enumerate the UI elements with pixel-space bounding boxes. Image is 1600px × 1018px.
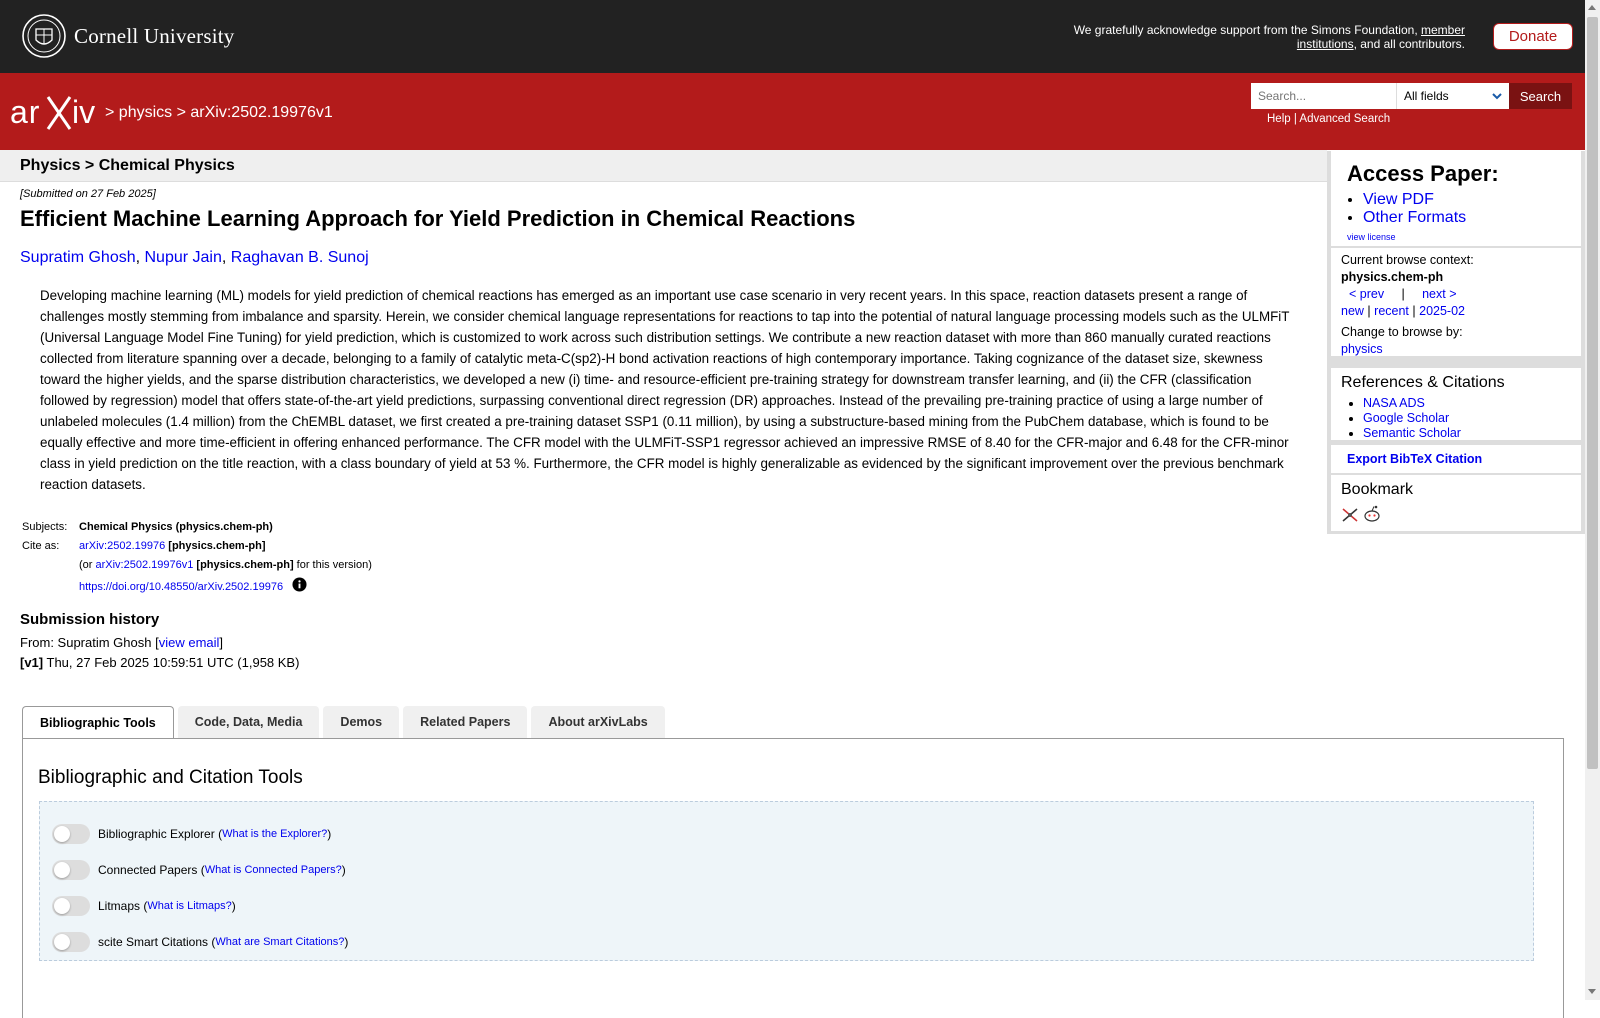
support-acknowledgement: We gratefully acknowledge support from t…: [1073, 23, 1465, 51]
donate-button[interactable]: Donate: [1493, 23, 1573, 50]
tool-info-link[interactable]: What are Smart Citations?: [215, 936, 344, 948]
cite-label: Cite as:: [22, 540, 60, 552]
labs-tabs: Bibliographic Tools Code, Data, Media De…: [22, 706, 669, 739]
references-title: References & Citations: [1341, 374, 1505, 391]
tab-code-data-media[interactable]: Code, Data, Media: [177, 706, 320, 738]
svg-text:ar: ar: [10, 94, 40, 130]
next-link[interactable]: next >: [1422, 287, 1456, 301]
tool-info-link[interactable]: What is Connected Papers?: [205, 864, 342, 876]
help-link[interactable]: Help: [1267, 113, 1291, 125]
submission-history-heading: Submission history: [20, 611, 160, 628]
access-paper-title: Access Paper:: [1347, 161, 1499, 186]
scite-toggle[interactable]: [52, 932, 90, 952]
scroll-down-icon[interactable]: [1588, 989, 1596, 994]
scroll-thumb[interactable]: [1587, 17, 1598, 769]
google-scholar-link[interactable]: Google Scholar: [1363, 411, 1449, 425]
search-input[interactable]: [1251, 83, 1396, 109]
search-help-links: Help | Advanced Search: [1267, 113, 1391, 125]
subjects-value: Chemical Physics (physics.chem-ph): [79, 521, 273, 533]
advanced-search-link[interactable]: Advanced Search: [1299, 113, 1390, 125]
search-field-select[interactable]: All fields: [1396, 83, 1509, 109]
connected-papers-toggle[interactable]: [52, 860, 90, 880]
bibsonomy-icon[interactable]: [1341, 507, 1359, 523]
tab-related-papers[interactable]: Related Papers: [403, 706, 528, 738]
abstract: Developing machine learning (ML) models …: [40, 288, 1290, 492]
panel-title: Bibliographic and Citation Tools: [38, 767, 303, 788]
bookmark-title: Bookmark: [1341, 481, 1414, 498]
tool-info-link[interactable]: What is the Explorer?: [222, 828, 327, 840]
nasa-ads-link[interactable]: NASA ADS: [1363, 396, 1425, 410]
browse-context-box: Current browse context: physics.chem-ph …: [1331, 248, 1581, 356]
info-icon[interactable]: [292, 577, 307, 592]
other-formats-link[interactable]: Other Formats: [1363, 209, 1466, 226]
tools-list: Bibliographic Explorer (What is the Expl…: [39, 801, 1534, 961]
cite-id-link[interactable]: arXiv:2502.19976: [79, 540, 165, 552]
breadcrumb-paper-id: arXiv:2502.19976v1: [190, 104, 333, 121]
submitter-line: From: Supratim Ghosh [view email]: [20, 635, 224, 650]
author-link[interactable]: Raghavan B. Sunoj: [231, 249, 369, 266]
search-button[interactable]: Search: [1509, 83, 1572, 109]
tool-row: scite Smart Citations (What are Smart Ci…: [52, 924, 1521, 960]
view-license-link[interactable]: view license: [1347, 232, 1396, 242]
author-link[interactable]: Nupur Jain: [145, 249, 222, 266]
page-scrollbar[interactable]: [1585, 0, 1600, 1000]
author-list: Supratim Ghosh, Nupur Jain, Raghavan B. …: [20, 249, 369, 266]
reddit-icon[interactable]: [1363, 505, 1381, 523]
cornell-name: Cornell University: [74, 23, 235, 48]
cornell-seal-icon: [22, 14, 66, 58]
tool-row: Litmaps (What is Litmaps?): [52, 888, 1521, 924]
context-value: physics.chem-ph: [1341, 270, 1444, 284]
browse-physics-link[interactable]: physics: [1341, 342, 1383, 356]
doi-link[interactable]: https://doi.org/10.48550/arXiv.2502.1997…: [79, 581, 283, 593]
cite-version-link[interactable]: arXiv:2502.19976v1: [96, 559, 194, 571]
submission-date: [Submitted on 27 Feb 2025]: [20, 188, 156, 200]
tool-row: Bibliographic Explorer (What is the Expl…: [52, 816, 1521, 852]
subjects-label: Subjects:: [22, 521, 68, 533]
version-line: [v1] Thu, 27 Feb 2025 10:59:51 UTC (1,95…: [20, 655, 300, 670]
export-box: Export BibTeX Citation: [1331, 445, 1581, 473]
scroll-up-icon[interactable]: [1588, 5, 1596, 10]
tab-bibliographic-tools[interactable]: Bibliographic Tools: [22, 706, 174, 739]
litmaps-toggle[interactable]: [52, 896, 90, 916]
view-pdf-link[interactable]: View PDF: [1363, 191, 1434, 208]
breadcrumb-physics[interactable]: physics: [119, 104, 172, 121]
tab-panel: Bibliographic and Citation Tools Bibliog…: [22, 738, 1564, 1018]
chevron-down-icon: [1492, 93, 1502, 100]
sidebar: Access Paper: View PDF Other Formats vie…: [1327, 151, 1585, 534]
arxiv-header: ar iv > physics > arXiv:2502.19976v1 All…: [0, 73, 1585, 150]
breadcrumb: > physics > arXiv:2502.19976v1: [105, 104, 333, 121]
month-link[interactable]: 2025-02: [1419, 304, 1465, 318]
bibliographic-explorer-toggle[interactable]: [52, 824, 90, 844]
bookmark-box: Bookmark: [1331, 475, 1581, 531]
author-link[interactable]: Supratim Ghosh: [20, 249, 136, 266]
tool-info-link[interactable]: What is Litmaps?: [147, 900, 231, 912]
arxiv-logo[interactable]: ar iv: [10, 93, 102, 133]
access-paper-box: Access Paper: View PDF Other Formats vie…: [1331, 151, 1581, 246]
paper-title: Efficient Machine Learning Approach for …: [20, 206, 856, 231]
svg-text:iv: iv: [72, 94, 95, 130]
semantic-scholar-link[interactable]: Semantic Scholar: [1363, 426, 1461, 440]
tool-row: Connected Papers (What is Connected Pape…: [52, 852, 1521, 888]
view-email-link[interactable]: view email: [159, 635, 220, 650]
export-bibtex-link[interactable]: Export BibTeX Citation: [1347, 452, 1482, 466]
metadata-table: Subjects: Chemical Physics (physics.chem…: [22, 521, 372, 593]
tab-about-arxivlabs[interactable]: About arXivLabs: [531, 706, 665, 738]
cornell-logo[interactable]: Cornell University: [22, 14, 235, 58]
prev-link[interactable]: < prev: [1349, 287, 1384, 301]
tab-demos[interactable]: Demos: [323, 706, 400, 738]
references-box: References & Citations NASA ADS Google S…: [1331, 368, 1581, 440]
cornell-banner: Cornell University We gratefully acknowl…: [0, 0, 1585, 73]
subject-header: Physics > Chemical Physics: [0, 150, 1327, 182]
new-link[interactable]: new: [1341, 304, 1364, 318]
recent-link[interactable]: recent: [1374, 304, 1409, 318]
